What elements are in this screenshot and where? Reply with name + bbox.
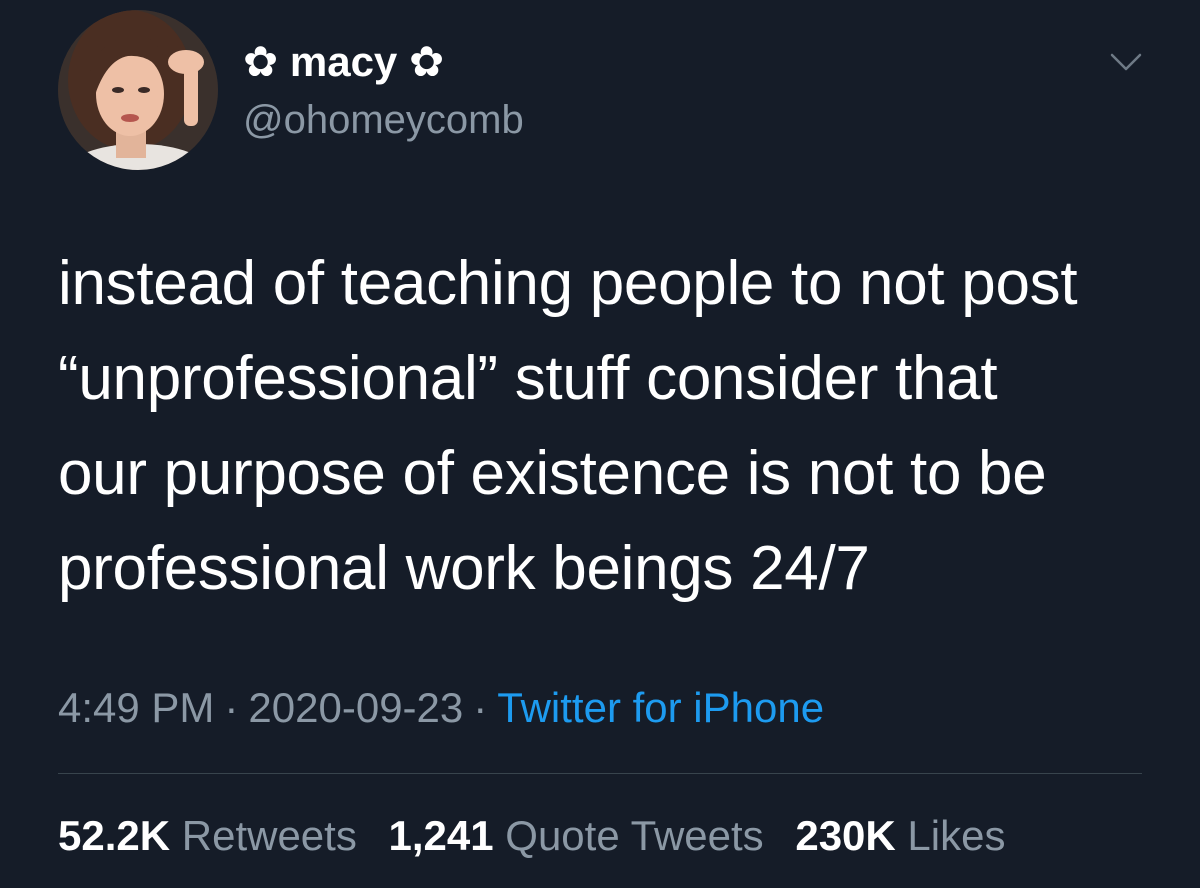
retweets-stat[interactable]: 52.2K Retweets xyxy=(58,812,357,859)
username-handle[interactable]: @ohomeycomb xyxy=(243,95,524,145)
meta-separator: · xyxy=(224,684,239,731)
retweets-label: Retweets xyxy=(181,812,357,859)
avatar[interactable] xyxy=(58,10,218,170)
tweet-source-link[interactable]: Twitter for iPhone xyxy=(497,684,824,731)
meta-separator: · xyxy=(473,684,488,731)
retweets-count: 52.2K xyxy=(58,812,171,859)
tweet-text-line: “unprofessional” stuff consider that xyxy=(58,344,998,413)
tweet-card: ✿ macy ✿ @ohomeycomb instead of teaching… xyxy=(0,0,1200,888)
display-name[interactable]: ✿ macy ✿ xyxy=(243,36,444,88)
divider xyxy=(58,773,1142,774)
chevron-down-icon[interactable] xyxy=(1108,47,1144,77)
tweet-text-line: professional work beings 24/7 xyxy=(58,534,870,603)
tweet-time[interactable]: 4:49 PM xyxy=(58,684,214,731)
tweet-text-line: instead of teaching people to not post xyxy=(58,249,1078,318)
likes-stat[interactable]: 230K Likes xyxy=(795,812,1005,859)
avatar-image xyxy=(58,10,218,170)
quote-tweets-count: 1,241 xyxy=(388,812,494,859)
engagement-stats: 52.2K Retweets 1,241 Quote Tweets 230K L… xyxy=(58,810,1005,862)
tweet-meta: 4:49 PM · 2020-09-23 · Twitter for iPhone xyxy=(58,682,824,734)
tweet-text-line: our purpose of existence is not to be xyxy=(58,439,1047,508)
quote-tweets-stat[interactable]: 1,241 Quote Tweets xyxy=(389,812,764,859)
likes-count: 230K xyxy=(795,812,896,859)
tweet-text: instead of teaching people to not post “… xyxy=(58,236,1168,616)
tweet-date[interactable]: 2020-09-23 xyxy=(248,684,463,731)
quote-tweets-label: Quote Tweets xyxy=(505,812,764,859)
likes-label: Likes xyxy=(907,812,1006,859)
